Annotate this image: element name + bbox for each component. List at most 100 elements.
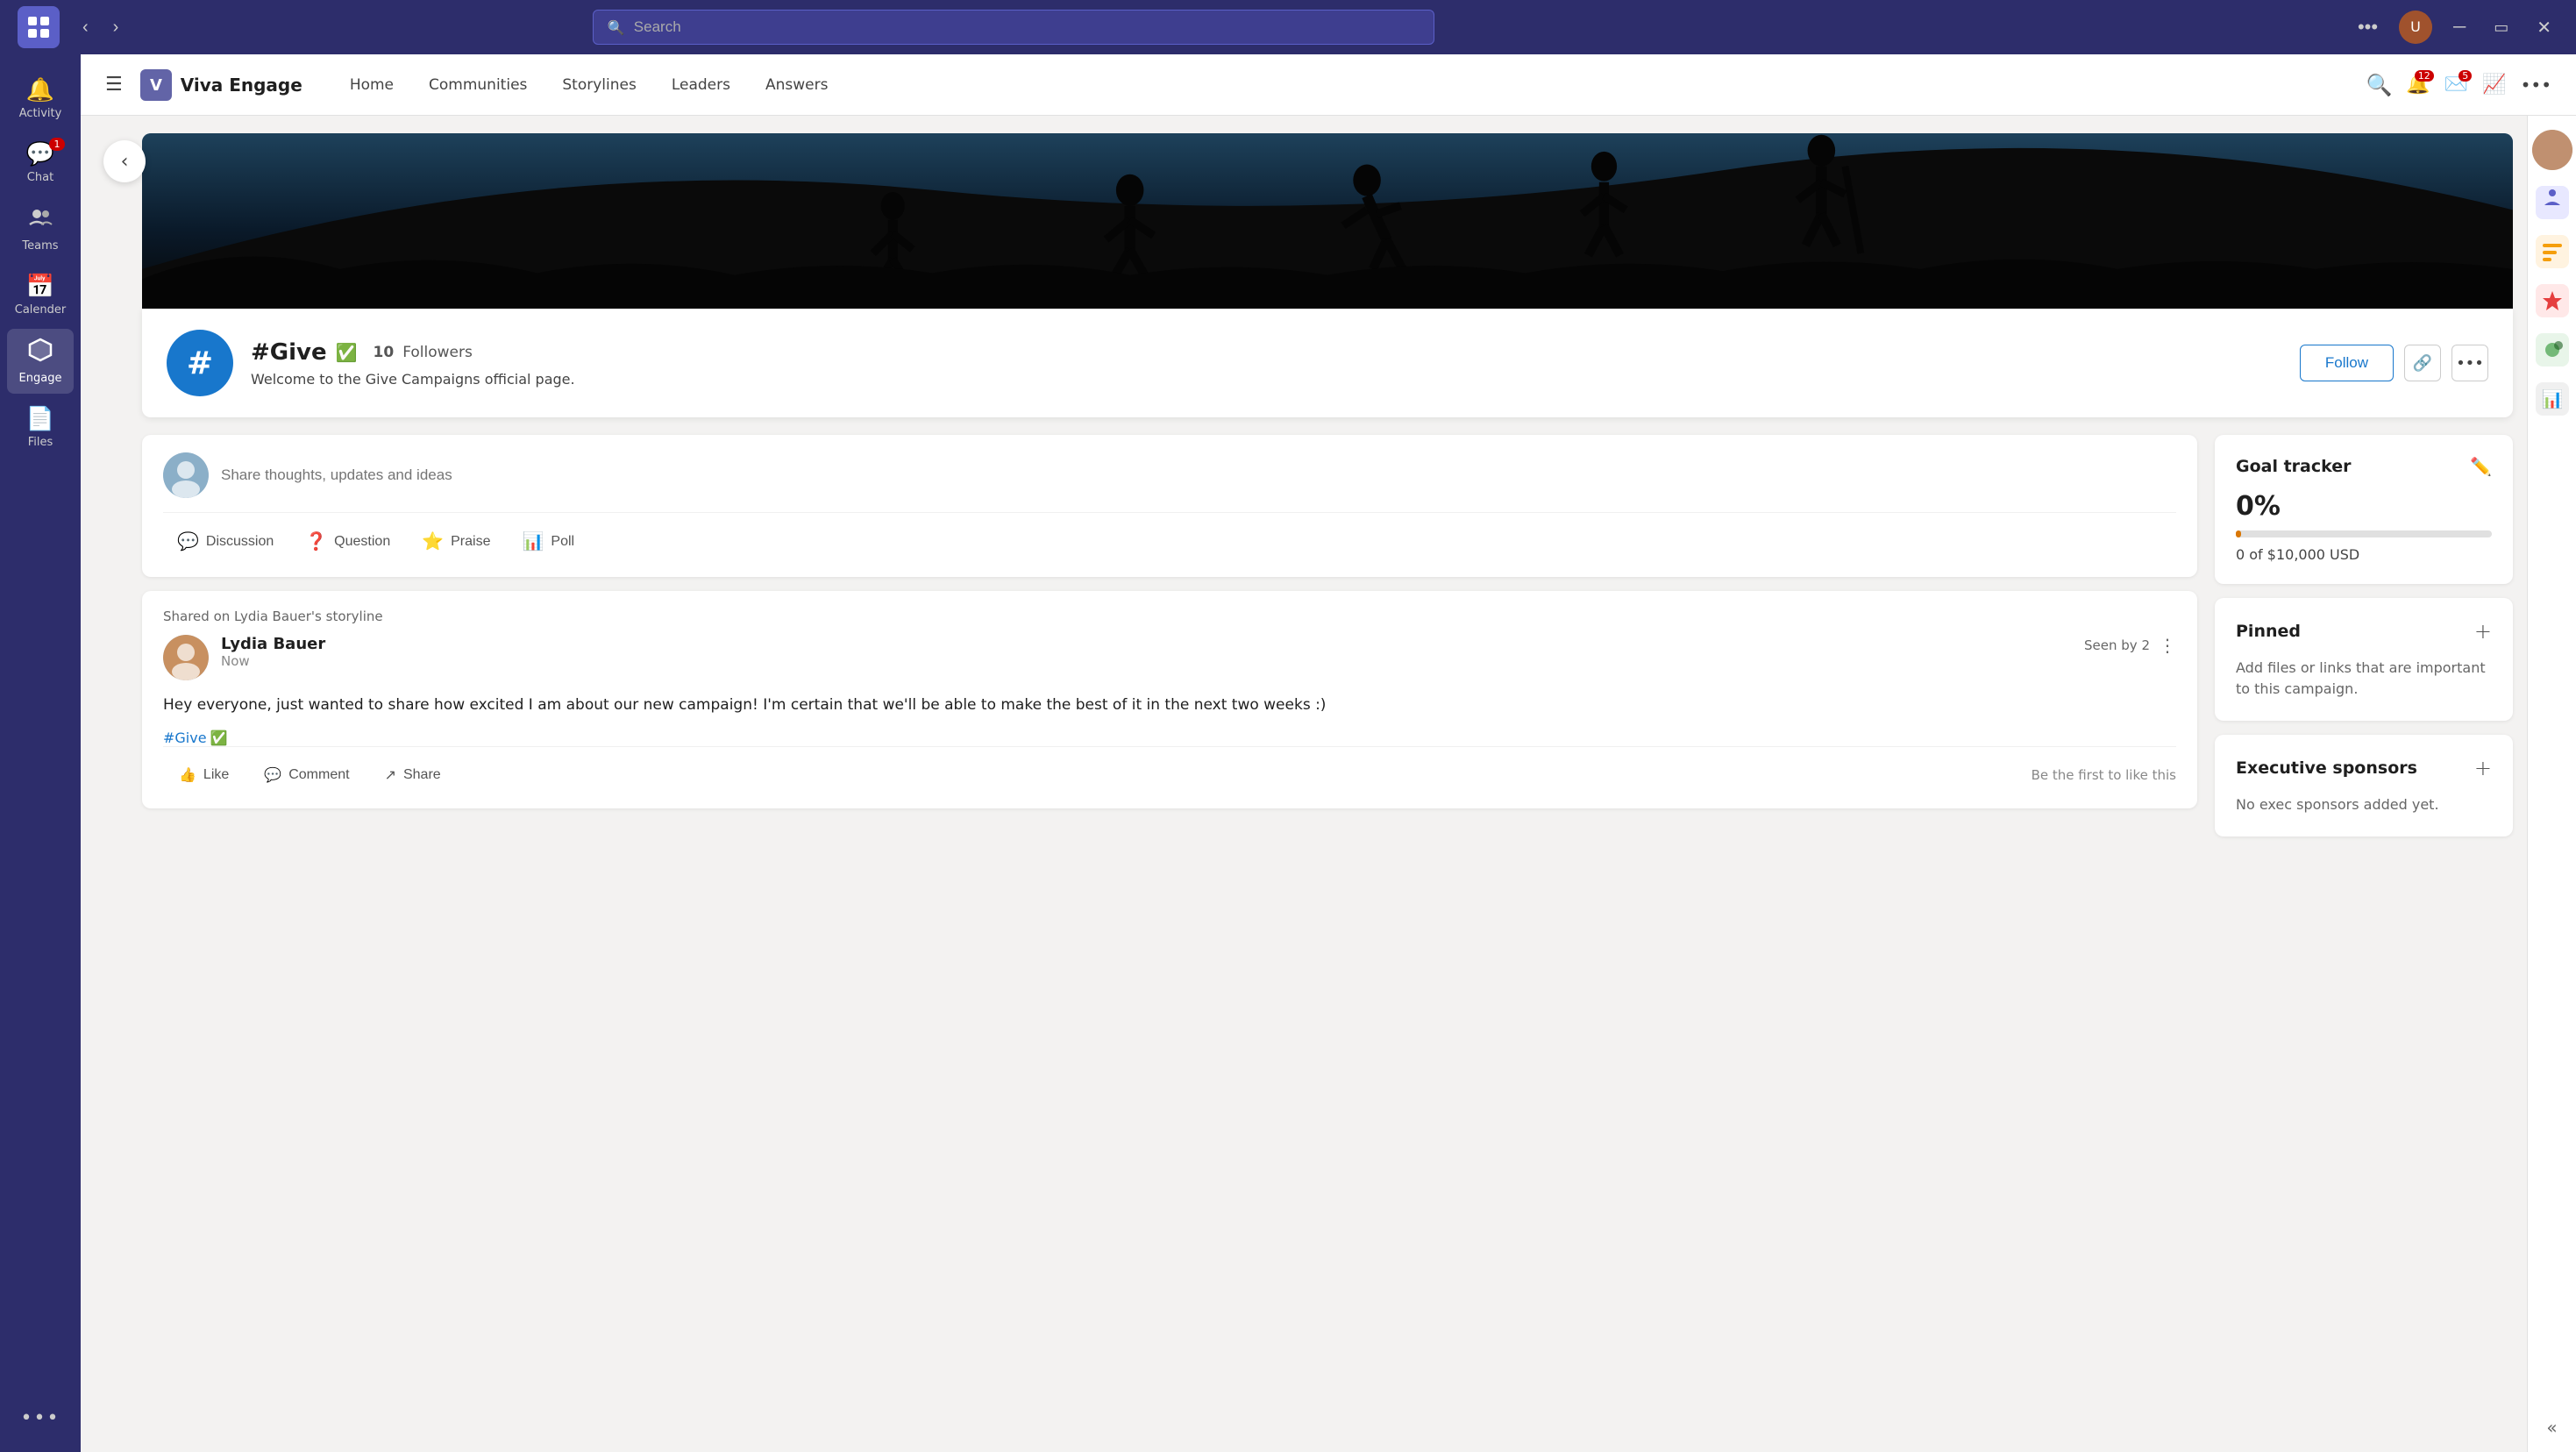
nav-more-icon[interactable]: ••• [2521,75,2551,96]
community-name-row: #Give ✅ 10 Followers [251,339,2282,366]
community-icon: # [167,330,233,396]
nav-link-storylines[interactable]: Storylines [546,69,651,101]
community-more-button[interactable]: ••• [2451,345,2488,381]
like-label: Like [203,767,229,783]
far-right-avatar-1[interactable] [2532,130,2572,170]
comment-button[interactable]: 💬 Comment [248,759,365,791]
forward-nav-button[interactable]: › [104,12,128,43]
executive-sponsors-add-button[interactable]: + [2474,756,2492,780]
post-meta-right: Seen by 2 ⋮ [2084,635,2176,656]
app-logo [18,6,60,48]
post-tag[interactable]: #Give ✅ [163,730,2176,746]
titlebar-search-bar[interactable]: 🔍 [593,10,1434,45]
titlebar: ‹ › 🔍 ••• U ─ ▭ ✕ [0,0,2576,54]
sidebar-item-label-activity: Activity [19,107,62,120]
minimize-button[interactable]: ─ [2446,14,2473,41]
content-area: ☰ V Viva Engage Home Communities Storyli… [81,54,2576,1452]
far-right-item-5[interactable]: 📊 [2532,379,2572,419]
chat-badge: 1 [49,138,65,151]
titlebar-nav: ‹ › [74,12,127,43]
far-right-panel: 📊 « [2527,116,2576,1452]
sidebar-item-activity[interactable]: 🔔 Activity [7,68,74,129]
sidebar-item-teams[interactable]: Teams [7,196,74,261]
seen-by: Seen by 2 [2084,637,2150,653]
pinned-add-button[interactable]: + [2474,619,2492,644]
like-button[interactable]: 👍 Like [163,759,245,791]
followers-label: Followers [402,344,473,361]
main-content: # #Give ✅ 10 Followers Welcome to the Gi… [81,116,2527,1452]
goal-percent: 0% [2236,491,2492,522]
nav-mail-icon[interactable]: ✉️ 5 [2444,74,2468,96]
nav-link-answers[interactable]: Answers [750,69,843,101]
goal-tracker-edit-icon[interactable]: ✏️ [2470,456,2492,477]
search-input[interactable] [634,18,1420,36]
post-author-info: Lydia Bauer Now [221,635,2072,669]
far-right-item-4[interactable] [2532,330,2572,370]
shared-label: Shared on Lydia Bauer's storyline [163,609,2176,624]
post-more-icon[interactable]: ⋮ [2159,635,2176,656]
poll-button[interactable]: 📊 Poll [508,523,588,559]
brand-logo: V Viva Engage [140,69,302,101]
banner-silhouettes [142,133,2513,309]
post-time: Now [221,653,2072,669]
executive-sponsors-card: Executive sponsors + No exec sponsors ad… [2215,735,2513,836]
maximize-button[interactable]: ▭ [2487,15,2516,40]
share-button[interactable]: ↗ Share [369,759,457,791]
far-right-item-2[interactable] [2532,231,2572,272]
far-right-item-1[interactable] [2532,182,2572,223]
sidebar-item-chat[interactable]: 1 💬 Chat [7,132,74,193]
app-body: 🔔 Activity 1 💬 Chat Teams 📅 Calender [0,54,2576,1452]
right-sidebar: Goal tracker ✏️ 0% 0 of $10,000 USD [2215,435,2513,1434]
composer-text-input[interactable] [221,466,2176,484]
nav-link-communities[interactable]: Communities [413,69,543,101]
composer-avatar [163,452,209,498]
nav-search-icon[interactable]: 🔍 [2366,73,2393,97]
sidebar-item-label-engage: Engage [19,372,62,385]
question-button[interactable]: ❓ Question [291,523,404,559]
collapse-panel-button[interactable]: « [2546,1417,2557,1438]
sidebar-left: 🔔 Activity 1 💬 Chat Teams 📅 Calender [0,54,81,1452]
pinned-title: Pinned [2236,622,2301,641]
nav-link-home[interactable]: Home [334,69,409,101]
post-composer: 💬 Discussion ❓ Question ⭐ Praise [142,435,2197,577]
discussion-button[interactable]: 💬 Discussion [163,523,288,559]
nav-bell-icon[interactable]: 🔔 12 [2406,74,2430,96]
poll-icon: 📊 [522,530,544,552]
pinned-header: Pinned + [2236,619,2492,644]
sidebar-item-calendar[interactable]: 📅 Calender [7,265,74,325]
back-button[interactable]: ‹ [103,140,146,182]
more-icon: ••• [21,1407,60,1429]
sidebar-item-engage[interactable]: Engage [7,329,74,394]
post-tag-verified: ✅ [210,730,228,746]
back-nav-button[interactable]: ‹ [74,12,97,43]
svg-text:U: U [2410,18,2421,35]
executive-sponsors-description: No exec sponsors added yet. [2236,794,2492,815]
first-like-text: Be the first to like this [2032,767,2176,783]
far-right-item-3[interactable] [2532,281,2572,321]
post-body: Hey everyone, just wanted to share how e… [163,694,2176,717]
close-button[interactable]: ✕ [2530,13,2558,42]
sidebar-item-files[interactable]: 📄 Files [7,397,74,458]
titlebar-more-button[interactable]: ••• [2351,12,2385,42]
teams-icon [28,205,53,236]
calendar-icon: 📅 [26,274,54,300]
comment-icon: 💬 [264,766,281,784]
hamburger-menu[interactable]: ☰ [105,74,123,96]
link-button[interactable]: 🔗 [2404,345,2441,381]
titlebar-right: ••• U ─ ▭ ✕ [2351,11,2558,44]
bell-badge: 12 [2415,70,2434,82]
question-icon: ❓ [305,530,327,552]
follow-button[interactable]: Follow [2300,345,2394,381]
pinned-card: Pinned + Add files or links that are imp… [2215,598,2513,721]
nav-link-leaders[interactable]: Leaders [656,69,746,101]
sidebar-item-label-chat: Chat [27,171,53,184]
user-avatar[interactable]: U [2399,11,2432,44]
svg-text:📊: 📊 [2541,388,2563,409]
community-card: # #Give ✅ 10 Followers Welcome to the Gi… [142,309,2513,417]
comment-label: Comment [288,767,349,783]
praise-button[interactable]: ⭐ Praise [408,523,504,559]
sidebar-item-label-files: Files [28,436,53,449]
post-author-name: Lydia Bauer [221,635,2072,653]
sidebar-more-button[interactable]: ••• [7,1399,74,1438]
nav-chart-icon[interactable]: 📈 [2482,74,2506,96]
